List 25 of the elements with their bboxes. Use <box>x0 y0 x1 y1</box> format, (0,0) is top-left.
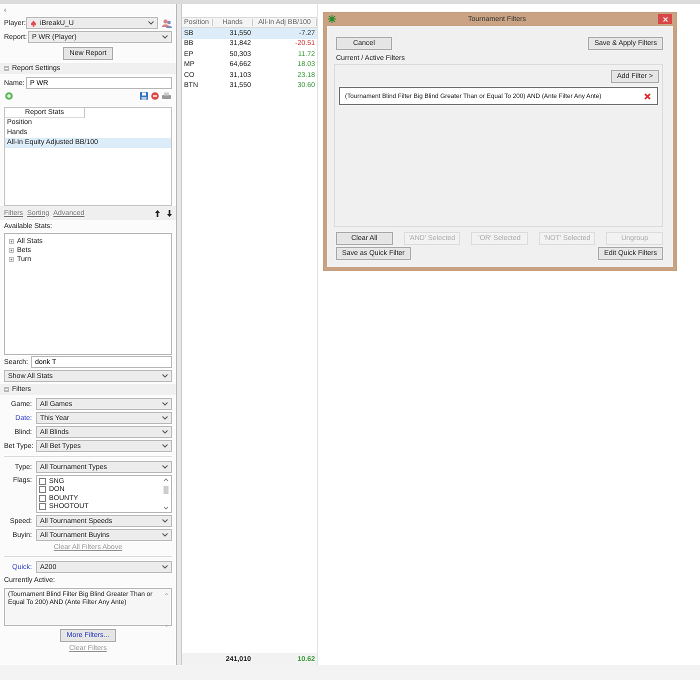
spade-icon <box>30 20 37 26</box>
printer-icon <box>162 92 171 100</box>
chevron-icon <box>162 533 168 537</box>
chevron-icon <box>162 465 168 469</box>
players-icon <box>162 18 172 28</box>
chevron-icon <box>148 21 154 25</box>
chevron-icon <box>162 374 168 378</box>
arrow-up-icon <box>155 210 160 216</box>
arrow-down-icon <box>167 210 172 216</box>
save-icon <box>140 92 148 100</box>
delete-icon <box>151 92 159 100</box>
chevron-icon <box>162 35 168 39</box>
scrollbar-icon <box>163 477 169 511</box>
add-icon <box>5 92 13 100</box>
app-icon <box>328 15 336 23</box>
chevron-icon <box>162 565 168 569</box>
chevron-icon <box>162 416 168 420</box>
close-icon <box>662 16 668 22</box>
close-button[interactable] <box>658 14 672 24</box>
remove-icon <box>644 92 651 100</box>
chevron-icon <box>162 444 168 448</box>
scrollbar-icon <box>164 591 169 629</box>
chevron-icon <box>162 519 168 523</box>
chevron-icon <box>162 402 168 406</box>
chevron-icon <box>162 430 168 434</box>
